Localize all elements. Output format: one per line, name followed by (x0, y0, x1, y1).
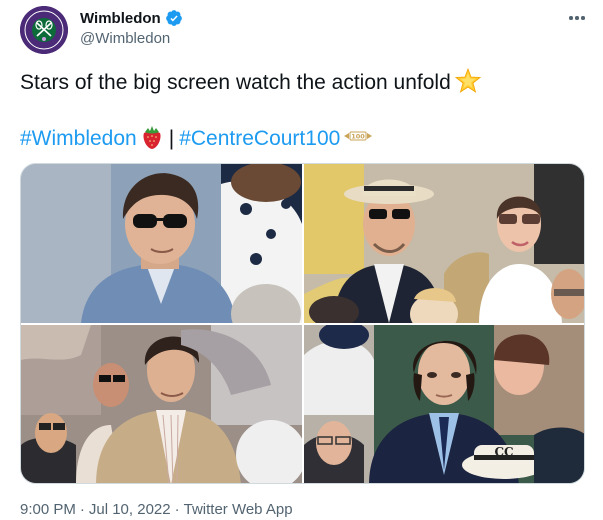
more-options-icon[interactable] (563, 8, 591, 28)
verified-badge-icon (165, 10, 182, 26)
photo-beige-suit-man[interactable] (21, 325, 302, 483)
hashtag-wimbledon[interactable]: #Wimbledon (20, 127, 137, 150)
photo-panama-hat-man[interactable] (304, 164, 584, 323)
strawberry-emoji-icon (143, 126, 161, 149)
tweet-card: Wimbledon @Wimbledon Stars of the big sc… (0, 0, 603, 520)
hashtag-line: #Wimbledon | #CentreCourt100 100 (20, 124, 373, 153)
tweet-source[interactable]: Twitter Web App (184, 501, 293, 518)
tweet-meta: 9:00 PM · Jul 10, 2022 · Twitter Web App (20, 501, 293, 518)
star-emoji-icon (454, 68, 481, 93)
tweet-time[interactable]: 9:00 PM (20, 501, 76, 518)
meta-dot: · (79, 501, 85, 518)
tweet-date[interactable]: Jul 10, 2022 (89, 501, 171, 518)
tweet-text: Stars of the big screen watch the action… (20, 68, 580, 97)
media-grid: CC (20, 163, 585, 484)
tweet-body: Stars of the big screen watch the action… (20, 71, 451, 94)
account-handle[interactable]: @Wimbledon (80, 30, 170, 47)
hashtag-separator: | (168, 127, 175, 150)
display-name[interactable]: Wimbledon (80, 10, 161, 27)
photo-navy-suit-man[interactable]: CC (304, 325, 584, 483)
hashtag-centrecourt100[interactable]: #CentreCourt100 (179, 127, 340, 150)
svg-text:100: 100 (352, 133, 366, 141)
centre-court-100-emoji-icon: 100 (344, 131, 373, 141)
photo-sunglasses-man[interactable] (21, 164, 302, 323)
svg-text:CC: CC (494, 445, 513, 459)
wimbledon-logo-avatar[interactable] (20, 6, 68, 54)
meta-dot: · (174, 501, 180, 518)
